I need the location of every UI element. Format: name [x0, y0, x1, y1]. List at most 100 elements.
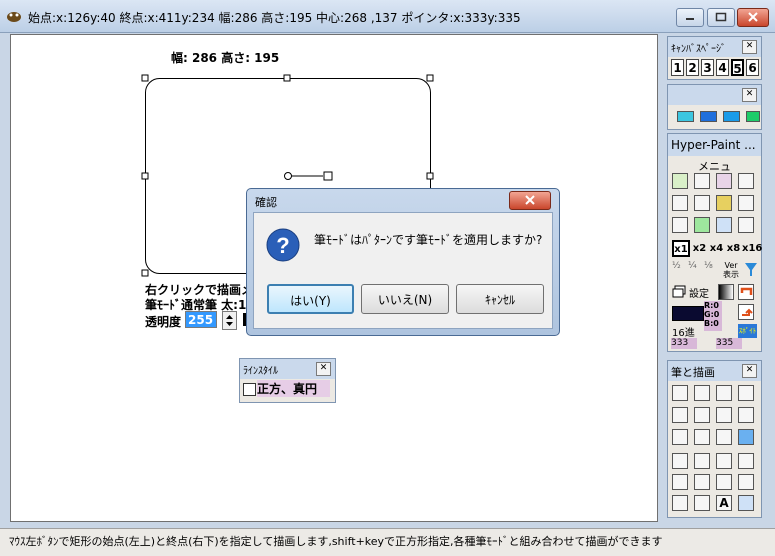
stamp2-icon[interactable]: [694, 195, 710, 211]
curve-icon[interactable]: [694, 474, 710, 490]
page-1-button[interactable]: 1: [671, 59, 684, 76]
opacity-input[interactable]: 255: [185, 311, 217, 328]
page-4-button[interactable]: 4: [716, 59, 729, 76]
zoom-quarter-button[interactable]: ¼: [688, 261, 704, 278]
page-5-button[interactable]: 5: [731, 59, 744, 76]
zoom-eighth-button[interactable]: ⅛: [704, 261, 720, 278]
pen-draw-header[interactable]: 筆と描画 ✕: [668, 361, 761, 381]
swatch-light-blue[interactable]: [723, 111, 740, 122]
zoom-x8-button[interactable]: x8: [725, 240, 742, 257]
dialog-close-button[interactable]: [509, 191, 551, 210]
pen-draw-title: 筆と描画: [671, 366, 715, 379]
linestyle-close-button[interactable]: ✕: [316, 362, 331, 376]
eraser-icon[interactable]: [716, 429, 732, 445]
scissors-icon[interactable]: [672, 429, 688, 445]
layers-icon[interactable]: [716, 195, 732, 211]
text-tool-icon[interactable]: [694, 429, 710, 445]
stamp-icon[interactable]: [672, 195, 688, 211]
pencil-icon[interactable]: [716, 385, 732, 401]
hyperpaint-header[interactable]: Hyper-Paint ...: [668, 134, 761, 156]
paste-icon[interactable]: [694, 495, 710, 511]
spray-icon[interactable]: [738, 385, 754, 401]
hyperpaint-title: Hyper-Paint ...: [671, 138, 756, 152]
ruler-icon[interactable]: [694, 407, 710, 423]
save-icon[interactable]: [716, 173, 732, 189]
rgb-readout: R:0 G:0 B:0: [704, 301, 722, 331]
current-color-swatch[interactable]: [672, 306, 704, 321]
spring-icon[interactable]: [738, 217, 754, 233]
opacity-label: 透明度: [145, 315, 182, 329]
swatch-green[interactable]: [746, 111, 760, 122]
window-icon[interactable]: [672, 284, 688, 300]
rgb-g: G:0: [704, 310, 720, 319]
window-title: 始点:x:126y:40 終点:x:411y:234 幅:286 高さ:195 …: [28, 11, 521, 25]
new-page-icon[interactable]: [738, 173, 754, 189]
hand-icon[interactable]: [738, 495, 754, 511]
rgb-r: R:0: [704, 301, 719, 310]
swatch-palette-header[interactable]: ✕: [668, 85, 761, 105]
page-2-button[interactable]: 2: [686, 59, 699, 76]
eyedropper-button[interactable]: ｽﾎﾟｲﾄ: [738, 324, 757, 338]
clip-icon[interactable]: [694, 217, 710, 233]
title-bar[interactable]: 始点:x:126y:40 終点:x:411y:234 幅:286 高さ:195 …: [0, 0, 775, 33]
zoom-x16-button[interactable]: x16: [742, 240, 762, 257]
undo-icon[interactable]: [738, 284, 754, 300]
select-icon[interactable]: [738, 474, 754, 490]
person-icon[interactable]: [716, 217, 732, 233]
filled-rect-icon[interactable]: [738, 453, 754, 469]
page-6-button[interactable]: 6: [746, 59, 759, 76]
open-file-icon[interactable]: [694, 173, 710, 189]
paint-bucket-icon[interactable]: [716, 474, 732, 490]
mosaic-icon[interactable]: [738, 429, 754, 445]
dialog-title: 確認: [255, 196, 277, 209]
swatch-blue[interactable]: [700, 111, 717, 122]
zoom-x4-button[interactable]: x4: [708, 240, 725, 257]
status-bar: ﾏｳｽ左ﾎﾞﾀﾝで矩形の始点(左上)と終点(右下)を指定して描画します,shif…: [0, 528, 775, 556]
rectangle-icon[interactable]: [716, 453, 732, 469]
circles-icon[interactable]: [672, 495, 688, 511]
square-circle-checkbox[interactable]: [243, 383, 256, 396]
square-circle-label: 正方、真円: [257, 380, 330, 397]
menu-label: メニュ: [698, 160, 731, 173]
minimize-button[interactable]: [676, 8, 704, 27]
yes-button[interactable]: はい(Y): [267, 284, 354, 314]
app-icon: [6, 9, 22, 23]
rgb-b: B:0: [704, 319, 719, 328]
bottle-icon[interactable]: [738, 195, 754, 211]
drop-icon[interactable]: [694, 385, 710, 401]
canvas-page-palette: ｷｬﾝﾊﾞｽﾍﾟｰｼﾞ ✕ 1 2 3 4 5 6: [667, 36, 762, 80]
text-a-icon[interactable]: A: [716, 495, 732, 511]
no-button[interactable]: いいえ(N): [361, 284, 449, 314]
version-button[interactable]: Ver 表示: [720, 261, 742, 280]
wand-icon[interactable]: [738, 407, 754, 423]
page-3-button[interactable]: 3: [701, 59, 714, 76]
freehand-icon[interactable]: [672, 453, 688, 469]
marker-icon[interactable]: [672, 407, 688, 423]
dialog-body: ? 筆ﾓｰﾄﾞはﾊﾟﾀｰﾝです筆ﾓｰﾄﾞを適用しますか? はい(Y) いいえ(N…: [253, 212, 553, 329]
new-image-icon[interactable]: [672, 173, 688, 189]
cancel-button[interactable]: ｷｬﾝｾﾙ: [456, 284, 544, 314]
close-button[interactable]: [737, 8, 769, 27]
swatch-palette-close-button[interactable]: ✕: [742, 88, 757, 102]
pointer-y-readout: 335: [716, 338, 742, 349]
bucket-icon[interactable]: [716, 407, 732, 423]
zoom-x1-button[interactable]: x1: [672, 240, 690, 257]
maximize-button[interactable]: [707, 8, 735, 27]
line-icon[interactable]: [694, 453, 710, 469]
opacity-stepper[interactable]: [222, 311, 237, 330]
gradient-icon[interactable]: [718, 284, 734, 300]
pen-draw-close-button[interactable]: ✕: [742, 364, 757, 378]
zoom-x2-button[interactable]: x2: [691, 240, 708, 257]
redo-icon[interactable]: [738, 304, 754, 320]
settings-button[interactable]: 設定: [689, 285, 709, 300]
hex-button[interactable]: 16進: [672, 324, 695, 339]
swatch-cyan[interactable]: [677, 111, 694, 122]
canvas-page-header[interactable]: ｷｬﾝﾊﾞｽﾍﾟｰｼﾞ ✕: [668, 37, 761, 57]
ellipse-icon[interactable]: [672, 474, 688, 490]
canvas-page-close-button[interactable]: ✕: [742, 40, 757, 54]
frame-icon[interactable]: [672, 217, 688, 233]
zoom-half-button[interactable]: ½: [672, 261, 688, 278]
linestyle-palette-header[interactable]: ﾗｲﾝｽﾀｲﾙ ✕: [240, 359, 335, 379]
crescent-brush-icon[interactable]: [672, 385, 688, 401]
filter-icon[interactable]: [743, 261, 759, 278]
